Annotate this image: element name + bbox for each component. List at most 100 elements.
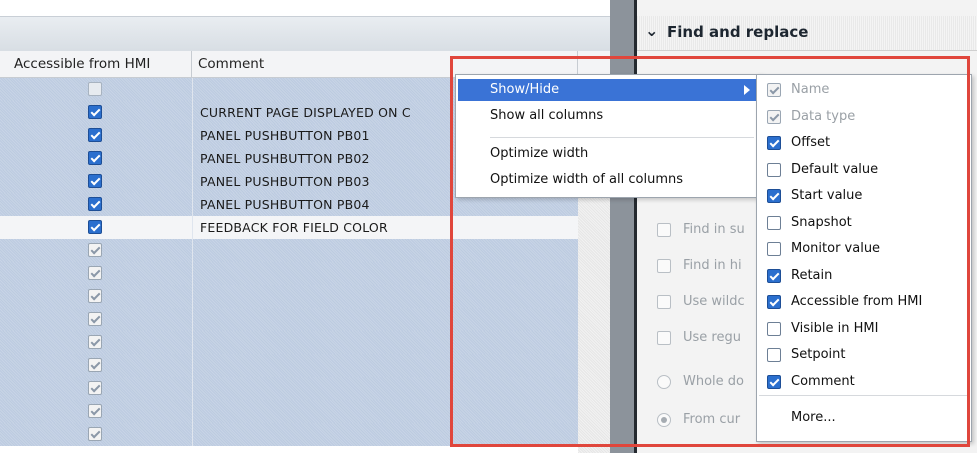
table-row[interactable]: FEEDBACK FOR FIELD COLOR: [0, 216, 578, 239]
accessible-from-hmi-checkbox[interactable]: [88, 427, 102, 441]
comment-cell[interactable]: [192, 239, 578, 262]
submenu-item-retain[interactable]: Retain: [757, 263, 969, 289]
comment-cell[interactable]: FEEDBACK FOR FIELD COLOR: [192, 216, 578, 239]
option-label: Find in hi: [683, 258, 742, 273]
accessible-from-hmi-checkbox[interactable]: [88, 289, 102, 303]
table-row[interactable]: [0, 400, 578, 423]
accessible-from-hmi-checkbox[interactable]: [88, 128, 102, 142]
accessible-from-hmi-cell: [0, 216, 193, 239]
accessible-from-hmi-cell: [0, 239, 193, 262]
column-visibility-checkbox[interactable]: [767, 242, 781, 256]
table-toolbar: [0, 16, 610, 52]
column-visibility-checkbox[interactable]: [767, 83, 781, 97]
submenu-item-more[interactable]: More...: [791, 407, 836, 429]
option-label: Whole do: [683, 374, 744, 389]
column-header-accessible-from-hmi[interactable]: Accessible from HMI: [0, 51, 192, 77]
column-visibility-checkbox[interactable]: [767, 374, 781, 389]
accessible-from-hmi-cell: [0, 147, 193, 170]
table-row[interactable]: [0, 308, 578, 331]
column-visibility-checkbox[interactable]: [767, 109, 781, 124]
checkbox[interactable]: [657, 295, 671, 309]
accessible-from-hmi-cell: [0, 331, 193, 354]
column-visibility-checkbox[interactable]: [767, 162, 781, 177]
column-visibility-checkbox[interactable]: [767, 136, 781, 150]
menu-item-optimize-width[interactable]: Optimize width: [458, 143, 758, 165]
accessible-from-hmi-cell: [0, 193, 193, 216]
table-row[interactable]: [0, 331, 578, 354]
radio-button[interactable]: [657, 413, 671, 427]
submenu-item-default-value[interactable]: Default value: [757, 157, 969, 183]
chevron-down-icon[interactable]: ⌄: [645, 21, 658, 40]
table-row[interactable]: [0, 262, 578, 285]
submenu-item-start-value[interactable]: Start value: [757, 183, 969, 209]
accessible-from-hmi-cell: [0, 400, 193, 423]
submenu-arrow-icon: [744, 85, 750, 95]
submenu-item-visible-in-hmi[interactable]: Visible in HMI: [757, 316, 969, 342]
accessible-from-hmi-checkbox[interactable]: [88, 381, 102, 395]
comment-cell[interactable]: [192, 354, 578, 377]
column-visibility-checkbox[interactable]: [767, 215, 781, 230]
accessible-from-hmi-checkbox[interactable]: [88, 151, 102, 165]
accessible-from-hmi-checkbox[interactable]: [88, 197, 102, 211]
accessible-from-hmi-checkbox[interactable]: [88, 220, 102, 234]
accessible-from-hmi-cell: [0, 377, 193, 400]
comment-cell[interactable]: [192, 308, 578, 331]
submenu-item-label: Comment: [791, 373, 855, 389]
submenu-separator: [759, 395, 967, 396]
comment-cell[interactable]: [192, 423, 578, 446]
accessible-from-hmi-checkbox[interactable]: [88, 82, 102, 96]
menu-item-show-hide[interactable]: Show/Hide: [458, 79, 758, 101]
table-row[interactable]: [0, 423, 578, 446]
accessible-from-hmi-cell: [0, 308, 193, 331]
menu-item-optimize-width-all-columns[interactable]: Optimize width of all columns: [458, 169, 758, 191]
accessible-from-hmi-checkbox[interactable]: [88, 243, 102, 257]
comment-cell[interactable]: [192, 400, 578, 423]
comment-cell[interactable]: [192, 377, 578, 400]
submenu-item-label: Default value: [791, 161, 879, 177]
accessible-from-hmi-checkbox[interactable]: [88, 404, 102, 418]
accessible-from-hmi-checkbox[interactable]: [88, 358, 102, 372]
submenu-item-setpoint[interactable]: Setpoint: [757, 342, 969, 368]
submenu-item-label: Retain: [791, 267, 833, 283]
find-replace-header[interactable]: ⌄ Find and replace: [637, 16, 977, 51]
accessible-from-hmi-checkbox[interactable]: [88, 266, 102, 280]
comment-cell[interactable]: [192, 331, 578, 354]
accessible-from-hmi-cell: [0, 101, 193, 124]
panel-splitter[interactable]: [610, 0, 634, 453]
checkbox[interactable]: [657, 223, 671, 237]
accessible-from-hmi-checkbox[interactable]: [88, 174, 102, 188]
submenu-item-name[interactable]: Name: [757, 77, 969, 103]
accessible-from-hmi-cell: [0, 262, 193, 285]
menu-separator: [490, 137, 754, 138]
submenu-item-label: Setpoint: [791, 347, 846, 362]
column-context-menu: Show/Hide Show all columns Optimize widt…: [455, 74, 762, 198]
comment-cell[interactable]: [192, 285, 578, 308]
column-visibility-checkbox[interactable]: [767, 295, 781, 309]
submenu-item-comment[interactable]: Comment: [757, 369, 969, 395]
option-label: Use regu: [683, 330, 741, 345]
submenu-item-label: Monitor value: [791, 241, 881, 256]
comment-cell[interactable]: [192, 262, 578, 285]
submenu-item-data-type[interactable]: Data type: [757, 104, 969, 130]
column-visibility-checkbox[interactable]: [767, 321, 781, 336]
accessible-from-hmi-checkbox[interactable]: [88, 312, 102, 326]
submenu-item-accessible-from-hmi[interactable]: Accessible from HMI: [757, 289, 969, 315]
table-row[interactable]: [0, 285, 578, 308]
submenu-item-snapshot[interactable]: Snapshot: [757, 210, 969, 236]
checkbox[interactable]: [657, 331, 671, 345]
column-visibility-checkbox[interactable]: [767, 268, 781, 283]
column-visibility-checkbox[interactable]: [767, 189, 781, 203]
menu-item-show-all-columns[interactable]: Show all columns: [458, 105, 758, 127]
submenu-item-offset[interactable]: Offset: [757, 130, 969, 156]
submenu-item-label: Accessible from HMI: [791, 294, 923, 309]
accessible-from-hmi-cell: [0, 354, 193, 377]
accessible-from-hmi-checkbox[interactable]: [88, 105, 102, 119]
table-row[interactable]: [0, 354, 578, 377]
table-row[interactable]: [0, 239, 578, 262]
table-row[interactable]: [0, 377, 578, 400]
radio-button[interactable]: [657, 375, 671, 389]
accessible-from-hmi-checkbox[interactable]: [88, 335, 102, 349]
column-visibility-checkbox[interactable]: [767, 348, 781, 362]
submenu-item-monitor-value[interactable]: Monitor value: [757, 236, 969, 262]
checkbox[interactable]: [657, 259, 671, 273]
